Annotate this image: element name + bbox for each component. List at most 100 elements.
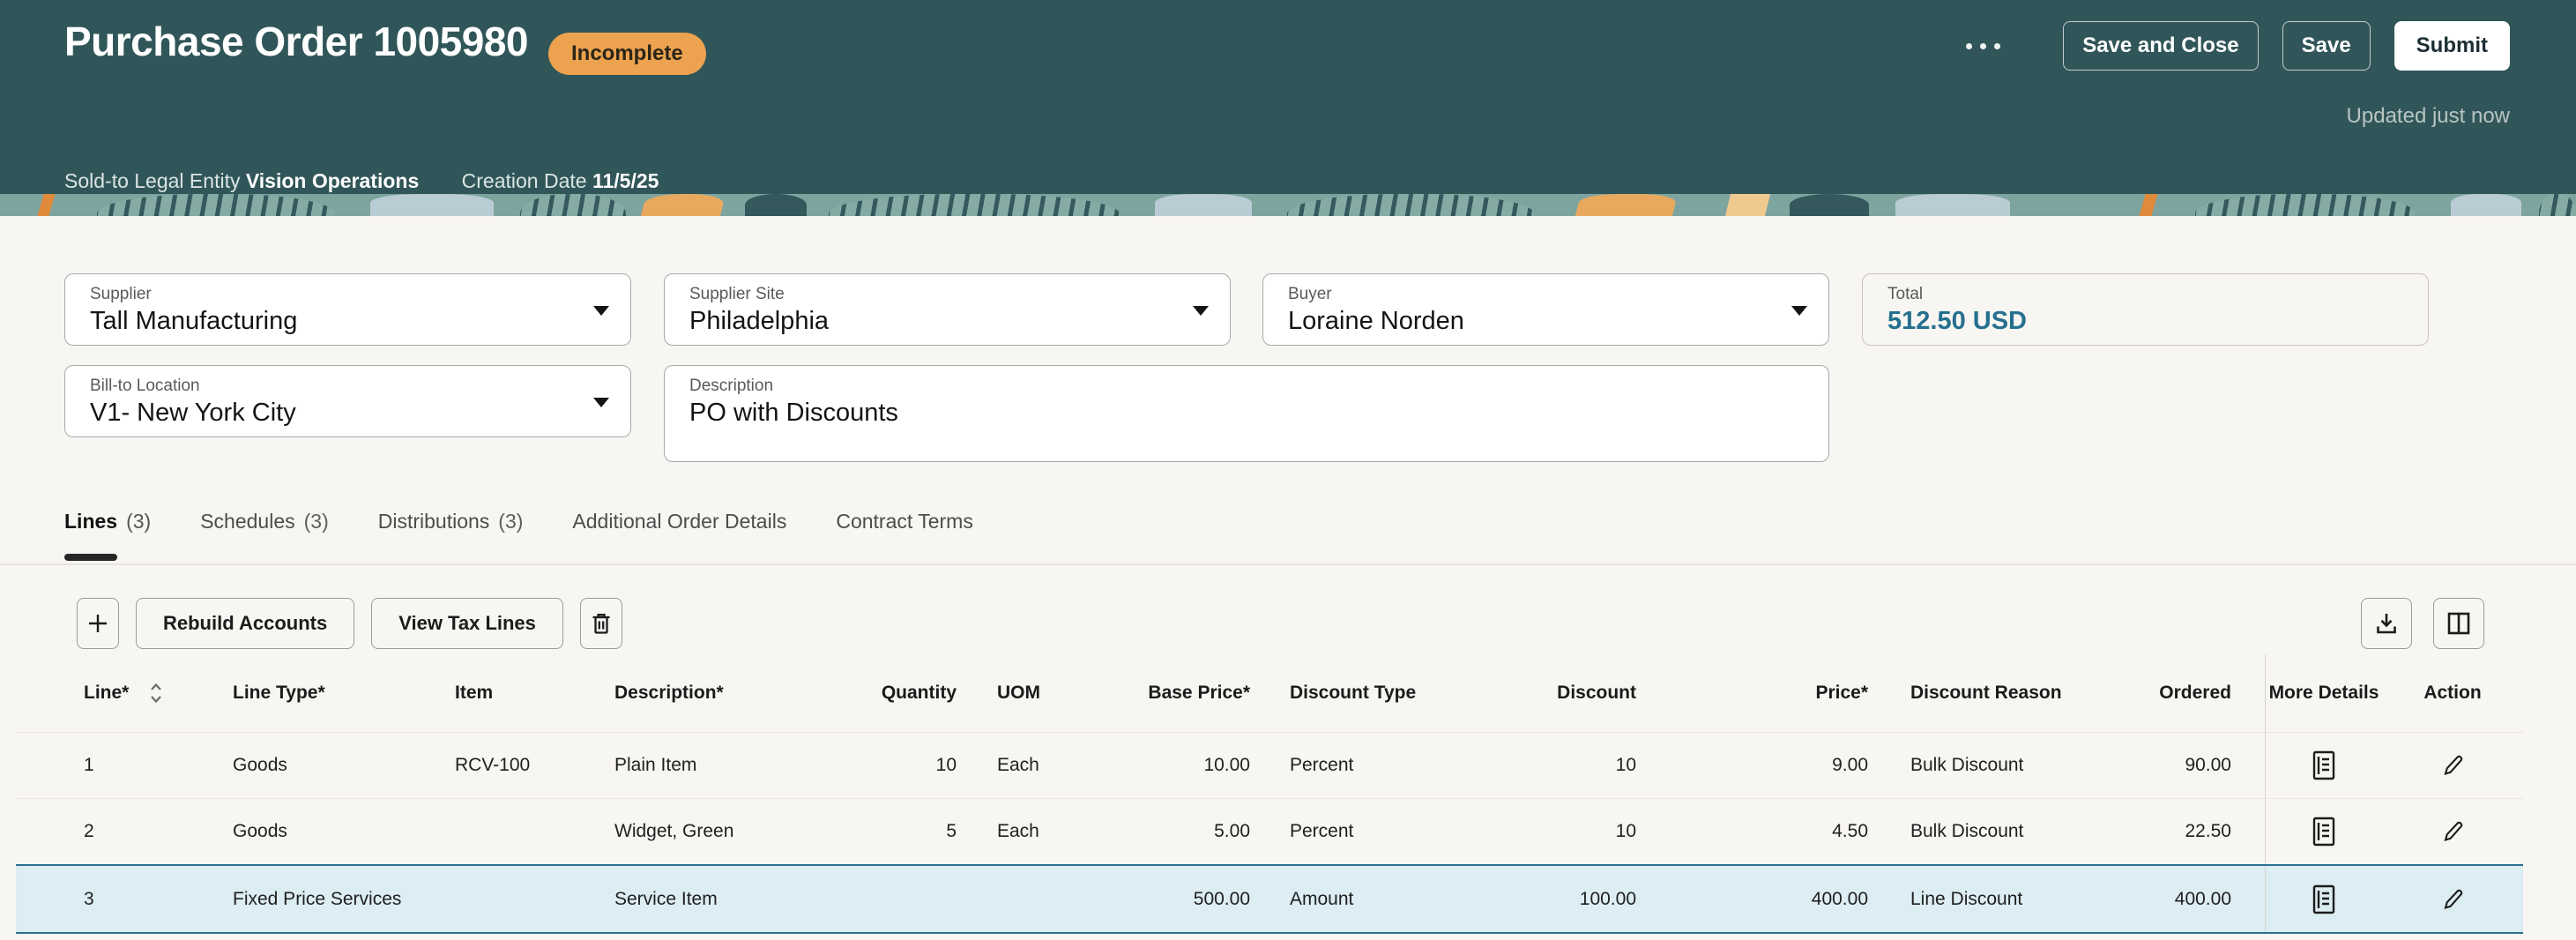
cell-discount-reason: Bulk Discount [1910,755,2024,775]
buyer-value: Loraine Norden [1288,307,1464,335]
tab-contract-terms[interactable]: Contract Terms [836,501,973,533]
supplier-label: Supplier [90,285,152,303]
trash-icon [592,614,610,634]
cell-line: 2 [84,821,94,841]
more-details-button[interactable] [2307,812,2341,851]
description-label: Description [689,377,774,395]
creation-date-label: Creation Date [461,169,587,192]
total-field: Total 512.50 USD [1862,273,2429,346]
tab-contract-terms-label: Contract Terms [836,510,973,533]
tab-additional-order-details-label: Additional Order Details [572,510,787,533]
col-header-base-price[interactable]: Base Price* [1122,654,1263,732]
more-details-icon [2312,884,2335,914]
cell-uom [968,866,1122,932]
col-header-uom[interactable]: UOM [968,654,1122,732]
tab-distributions[interactable]: Distributions (3) [378,501,524,533]
col-header-description[interactable]: Description* [611,654,849,732]
lines-toolbar: Rebuild Accounts View Tax Lines [77,598,622,649]
cell-description: Widget, Green [614,821,734,841]
total-label: Total [1887,285,1924,303]
cell-base-price: 5.00 [1214,821,1250,841]
col-header-line[interactable]: Line* [16,654,227,732]
col-header-quantity[interactable]: Quantity [849,654,968,732]
table-row[interactable]: 1 Goods RCV-100 Plain Item 10 Each 10.00… [16,732,2523,798]
cell-item [448,866,611,932]
supplier-field[interactable]: Supplier Tall Manufacturing [64,273,631,346]
bill-to-location-value: V1- New York City [90,399,296,427]
caret-down-icon[interactable] [1193,306,1209,316]
cell-ordered: 90.00 [2185,755,2231,775]
pencil-icon [2444,821,2463,842]
bill-to-location-label: Bill-to Location [90,377,200,395]
total-value[interactable]: 512.50 USD [1887,307,2375,336]
sort-icon[interactable] [148,681,164,705]
header-actions: Save and Close Save Submit [1966,21,2510,71]
tab-additional-order-details[interactable]: Additional Order Details [572,501,786,533]
rebuild-accounts-button[interactable]: Rebuild Accounts [136,598,355,649]
cell-ordered: 22.50 [2185,821,2231,841]
more-details-button[interactable] [2307,746,2341,785]
export-button[interactable] [2361,598,2412,649]
table-row[interactable]: 2 Goods Widget, Green 5 Each 5.00 Percen… [16,798,2523,864]
description-field[interactable]: Description PO with Discounts [664,365,1829,462]
cell-ordered: 400.00 [2174,888,2231,909]
buyer-field[interactable]: Buyer Loraine Norden [1262,273,1829,346]
cell-quantity [849,866,968,932]
sold-to-value: Vision Operations [245,169,420,192]
delete-line-button[interactable] [579,598,622,649]
cell-price: 400.00 [1811,888,1868,909]
download-icon [2377,614,2396,634]
cell-price: 9.00 [1832,755,1868,775]
tab-lines[interactable]: Lines (3) [64,501,151,561]
col-header-item[interactable]: Item [448,654,611,732]
tab-distributions-label: Distributions [377,510,490,533]
save-button[interactable]: Save [2282,21,2371,71]
supplier-value: Tall Manufacturing [90,307,298,335]
col-header-price[interactable]: Price* [1651,654,1880,732]
cell-item [448,799,611,864]
supplier-site-field[interactable]: Supplier Site Philadelphia [664,273,1231,346]
table-tools [2361,598,2484,649]
status-badge: Incomplete [548,33,706,75]
caret-down-icon[interactable] [593,306,609,316]
page-header: Purchase Order 1005980 Incomplete Save a… [0,0,2576,216]
plus-icon [89,615,107,632]
tab-schedules-count: (3) [303,510,329,533]
more-actions-icon[interactable] [1966,21,2001,71]
creation-date-value: 11/5/25 [592,169,659,192]
caret-down-icon[interactable] [1791,306,1807,316]
col-header-discount-reason[interactable]: Discount Reason [1880,654,2149,732]
edit-line-button[interactable] [2435,748,2470,783]
col-header-line-label: Line* [84,683,130,703]
edit-line-button[interactable] [2435,814,2470,849]
submit-button[interactable]: Submit [2394,21,2510,71]
more-details-icon [2312,750,2335,780]
edit-line-button[interactable] [2435,882,2470,917]
cell-line-type: Goods [233,755,287,775]
order-tabs: Lines (3) Schedules (3) Distributions (3… [0,501,2576,565]
lines-table-header: Line* Line Type* Item Description* Quant… [16,654,2523,732]
manage-columns-button[interactable] [2433,598,2484,649]
cell-discount: 10 [1615,821,1636,841]
description-value: PO with Discounts [689,399,898,427]
cell-description: Service Item [614,888,718,909]
cell-discount: 100.00 [1579,888,1636,909]
col-header-action: Action [2423,683,2482,703]
col-header-line-type[interactable]: Line Type* [227,654,448,732]
decorative-banner [0,194,2576,216]
save-and-close-button[interactable]: Save and Close [2063,21,2259,71]
pencil-icon [2444,755,2463,776]
add-line-button[interactable] [77,598,119,649]
cell-line: 3 [84,888,94,909]
caret-down-icon[interactable] [593,398,609,407]
bill-to-location-field[interactable]: Bill-to Location V1- New York City [64,365,631,437]
tab-schedules[interactable]: Schedules (3) [200,501,329,533]
view-tax-lines-button[interactable]: View Tax Lines [371,598,563,649]
col-header-ordered[interactable]: Ordered [2149,654,2251,732]
col-header-discount-type[interactable]: Discount Type [1263,654,1541,732]
col-header-discount[interactable]: Discount [1541,654,1651,732]
cell-discount: 10 [1615,755,1636,775]
table-row-selected[interactable]: 3 Fixed Price Services Service Item 500.… [16,864,2523,934]
cell-base-price: 500.00 [1193,888,1250,909]
more-details-button[interactable] [2307,880,2341,919]
